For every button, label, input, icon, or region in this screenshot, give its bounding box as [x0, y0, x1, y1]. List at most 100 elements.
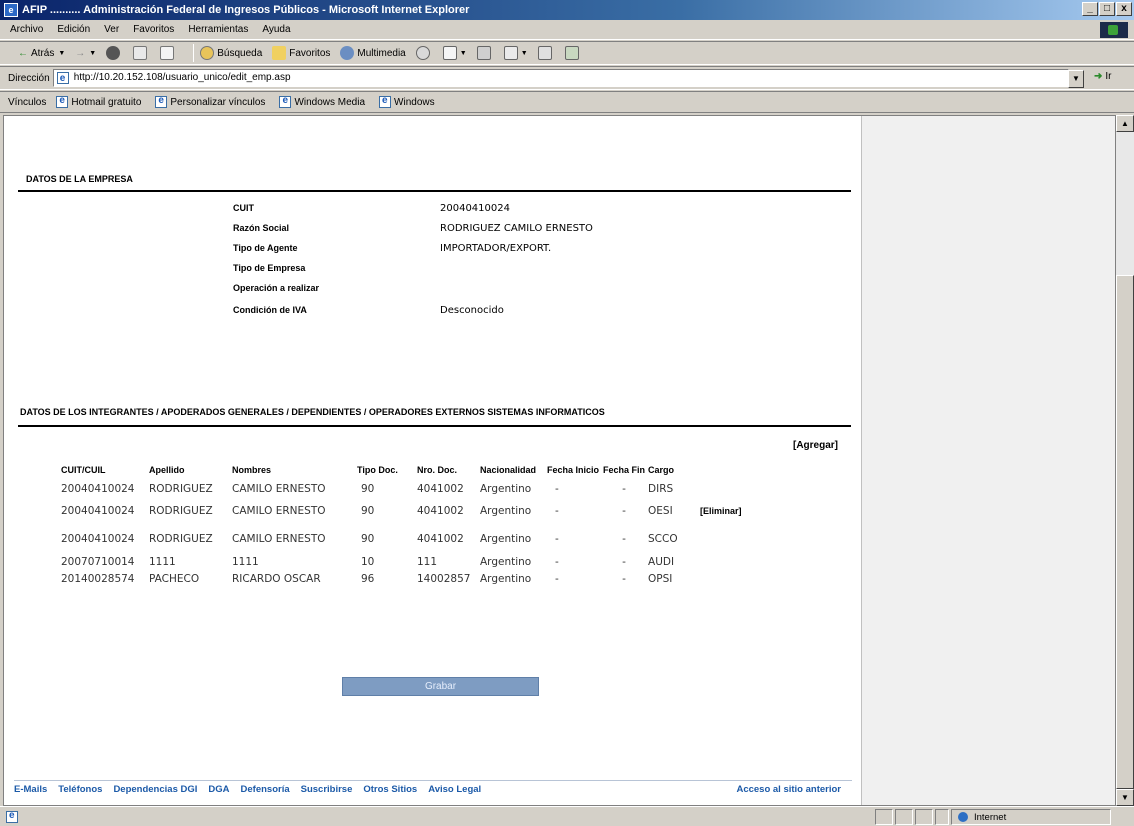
status-cell [875, 809, 893, 825]
table-row: 20140028574 PACHECO RICARDO OSCAR 96 140… [61, 570, 745, 587]
link-windows-media[interactable]: Windows Media [279, 95, 365, 108]
address-bar: Dirección http://10.20.152.108/usuario_u… [0, 66, 1134, 90]
empresa-value: IMPORTADOR/EXPORT. [440, 242, 552, 254]
status-cell [915, 809, 933, 825]
multimedia-button[interactable]: Multimedia [340, 46, 406, 60]
cell-nombres: 1111 [232, 555, 259, 568]
cell-cuit: 20040410024 [61, 505, 135, 517]
minimize-button[interactable]: _ [1082, 2, 1098, 16]
table-row: 20070710014 1111 1111 10 111 Argentino -… [61, 553, 745, 570]
empresa-value: 20040410024 [440, 202, 510, 214]
menu-ver[interactable]: Ver [104, 24, 119, 35]
eliminar-link[interactable]: [Eliminar] [688, 497, 745, 525]
menu-herramientas[interactable]: Herramientas [188, 24, 248, 35]
table-row: 20040410024 RODRIGUEZ CAMILO ERNESTO 90 … [61, 497, 745, 525]
footer-link-sitio-anterior[interactable]: Acceso al sitio anterior [736, 784, 841, 795]
column-header: Fecha Fin [603, 465, 646, 475]
integrantes-table: CUIT/CUIL Apellido Nombres Tipo Doc. Nro… [61, 460, 745, 587]
cell-nacionalidad: Argentino [480, 482, 532, 495]
cell-tipo: 96 [361, 572, 375, 585]
maximize-button[interactable]: □ [1099, 2, 1115, 16]
mail-button[interactable]: ▼ [442, 46, 467, 60]
title-bar: e AFIP .......... Administración Federal… [0, 0, 1134, 20]
link-personalizar[interactable]: Personalizar vínculos [155, 95, 266, 108]
column-header: Fecha Inicio [547, 465, 600, 475]
address-input[interactable]: http://10.20.152.108/usuario_unico/edit_… [52, 69, 1069, 87]
menu-edicion[interactable]: Edición [57, 24, 90, 35]
menu-ayuda[interactable]: Ayuda [262, 24, 290, 35]
back-button[interactable]: ← Atrás ▼ [18, 48, 65, 59]
favorites-icon [272, 46, 287, 60]
ie-icon: e [4, 3, 18, 17]
grabar-button[interactable]: Grabar [342, 677, 539, 696]
windows-logo-icon [1100, 22, 1128, 38]
vertical-scrollbar[interactable]: ▲ ▼ [1116, 115, 1134, 806]
search-button[interactable]: Búsqueda [200, 46, 262, 60]
footer-link-defensoria[interactable]: Defensoría [241, 784, 290, 795]
ie-page-icon [379, 95, 392, 108]
history-button[interactable] [415, 46, 433, 60]
section-divider [18, 190, 851, 192]
cell-tipo: 90 [361, 533, 375, 545]
menu-archivo[interactable]: Archivo [10, 24, 43, 35]
edit-icon [503, 46, 518, 60]
close-button[interactable]: x [1116, 2, 1132, 16]
link-label: Personalizar vínculos [170, 96, 266, 108]
cell-nro: 4041002 [417, 482, 464, 495]
discuss-button[interactable] [537, 46, 555, 60]
search-icon [200, 46, 215, 60]
agregar-link[interactable]: [Agregar] [793, 440, 838, 451]
multimedia-label: Multimedia [357, 47, 406, 59]
column-header-action [688, 460, 745, 480]
menu-favoritos[interactable]: Favoritos [133, 24, 174, 35]
footer-link-telefonos[interactable]: Teléfonos [58, 784, 102, 795]
go-button[interactable]: ➜ Ir [1094, 71, 1112, 82]
messenger-button[interactable] [564, 46, 582, 60]
link-windows[interactable]: Windows [379, 95, 435, 108]
cell-nacionalidad: Argentino [480, 533, 532, 545]
cell-cuit: 20040410024 [61, 482, 135, 495]
stop-button[interactable] [106, 46, 123, 60]
footer-link-aviso-legal[interactable]: Aviso Legal [428, 784, 481, 795]
print-button[interactable] [476, 46, 494, 60]
cell-fin: - [622, 482, 626, 495]
cell-nombres: RICARDO OSCAR [232, 572, 321, 585]
cell-cargo: SCCO [648, 533, 678, 545]
scroll-thumb[interactable] [1116, 275, 1134, 789]
refresh-icon [133, 46, 148, 60]
security-zone: Internet [951, 809, 1111, 825]
favorites-button[interactable]: Favoritos [272, 46, 330, 60]
forward-button[interactable]: → ▼ [75, 48, 96, 59]
address-dropdown-button[interactable]: ▼ [1068, 70, 1084, 88]
messenger-icon [564, 46, 579, 60]
empresa-key: CUIT [233, 203, 254, 213]
right-pane [861, 116, 1115, 805]
footer-link-emails[interactable]: E-Mails [14, 784, 47, 795]
cell-nacionalidad: Argentino [480, 555, 532, 568]
cell-cargo: OESI [648, 505, 673, 517]
footer-link-dga[interactable]: DGA [208, 784, 229, 795]
cell-tipo: 10 [361, 555, 375, 568]
home-button[interactable] [160, 46, 177, 60]
column-header: Cargo [648, 465, 675, 475]
refresh-button[interactable] [133, 46, 150, 60]
cell-cuit: 20040410024 [61, 533, 135, 545]
column-header: Nombres [232, 465, 272, 475]
edit-button[interactable]: ▼ [503, 46, 528, 60]
cell-action [688, 553, 745, 570]
integrantes-section-title: DATOS DE LOS INTEGRANTES / APODERADOS GE… [20, 407, 605, 417]
cell-cuit: 20140028574 [61, 572, 135, 585]
scroll-up-button[interactable]: ▲ [1116, 115, 1134, 132]
footer-link-otros-sitios[interactable]: Otros Sitios [363, 784, 417, 795]
cell-nacionalidad: Argentino [480, 505, 532, 517]
footer-link-suscribirse[interactable]: Suscribirse [301, 784, 353, 795]
status-bar: Internet [0, 806, 1134, 826]
chevron-down-icon: ▼ [520, 49, 528, 57]
link-hotmail[interactable]: Hotmail gratuito [56, 95, 141, 108]
empresa-key: Tipo de Agente [233, 243, 298, 253]
footer-link-dependencias[interactable]: Dependencias DGI [113, 784, 197, 795]
favorites-label: Favoritos [289, 47, 331, 59]
cell-tipo: 90 [361, 505, 375, 517]
scroll-down-button[interactable]: ▼ [1116, 789, 1134, 806]
history-icon [415, 46, 430, 60]
